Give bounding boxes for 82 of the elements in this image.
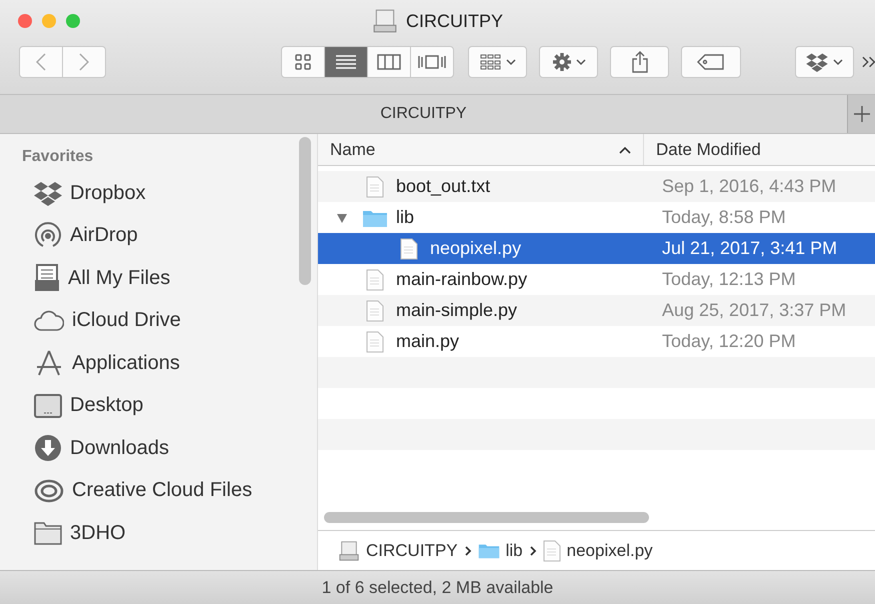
view-button[interactable] (281, 46, 326, 78)
compass-ruler-icon (34, 349, 64, 378)
creative-cloud-icon (34, 478, 64, 503)
drive-icon (372, 8, 398, 34)
close-button[interactable] (18, 14, 32, 28)
share-button[interactable] (610, 46, 670, 78)
caret-icon (506, 58, 516, 66)
grid-icon (295, 54, 312, 70)
cloud-icon (34, 310, 64, 332)
column-header[interactable]: Name (318, 134, 644, 165)
gear-icon (552, 52, 572, 72)
sidebar-item[interactable]: AirDrop (22, 214, 317, 257)
file-row[interactable]: neopixel.py Jul 21, 2017, 3:41 PM (318, 233, 875, 264)
sidebar-item[interactable]: iCloud Drive (22, 300, 317, 342)
sidebar-item[interactable]: Creative Cloud Files (22, 470, 317, 512)
scrollbar-thumb[interactable] (324, 512, 649, 522)
file-row[interactable]: main-simple.py Aug 25, 2017, 3:37 PM (318, 295, 875, 326)
date-modified: Aug 25, 2017, 3:37 PM (661, 300, 848, 321)
window-title: CIRCUITPY (406, 10, 503, 32)
date-modified: Jul 21, 2017, 3:41 PM (661, 238, 838, 259)
date-modified: Today, 12:20 PM (661, 331, 797, 352)
new-tab-button[interactable] (847, 95, 875, 133)
list-icon (335, 54, 358, 70)
view-button[interactable] (324, 46, 368, 78)
date-modified: Today, 12:13 PM (661, 269, 797, 290)
share-icon (630, 51, 649, 73)
date-modified: Today, 8:58 PM (661, 207, 787, 228)
file-name: neopixel.py (430, 238, 522, 259)
document-icon (542, 540, 561, 562)
view-button[interactable] (410, 46, 454, 78)
path-item[interactable]: CIRCUITPY (366, 540, 458, 560)
file-name: main.py (396, 331, 460, 352)
dropbox-icon (34, 180, 62, 206)
disclosure-triangle-icon[interactable] (336, 212, 348, 224)
chevron-right-icon (528, 544, 537, 556)
document-icon (366, 176, 384, 198)
chevron-left-icon (36, 53, 46, 71)
columns-icon (377, 54, 402, 70)
chevron-right-icon (464, 544, 472, 556)
view-button[interactable] (367, 46, 412, 78)
file-row[interactable]: boot_out.txt Sep 1, 2016, 4:43 PM (318, 171, 875, 202)
folder-icon (478, 542, 500, 559)
sidebar-item[interactable]: All My Files (22, 257, 317, 300)
file-name: lib (396, 207, 414, 228)
sidebar-item[interactable]: Applications (22, 342, 317, 384)
drive-icon (338, 540, 360, 562)
date-modified: Sep 1, 2016, 4:43 PM (661, 176, 838, 197)
document-icon (366, 330, 384, 352)
tag-icon (696, 54, 725, 70)
tab[interactable]: CIRCUITPY (0, 95, 847, 133)
dropbox-button[interactable] (794, 46, 854, 78)
sidebar-item[interactable]: Dropbox (22, 172, 317, 214)
dropbox-icon (805, 52, 830, 72)
plus-icon (854, 106, 870, 122)
document-icon (366, 300, 384, 322)
cover-flow-icon (417, 54, 448, 70)
path-item[interactable]: lib (506, 540, 523, 560)
sidebar-item[interactable]: 3DHO (22, 512, 317, 554)
document-icon (400, 238, 418, 260)
file-name: main-simple.py (396, 300, 518, 321)
sidebar-heading: Favorites (22, 148, 94, 166)
action-button[interactable] (539, 46, 598, 78)
column-header[interactable]: Date Modified (644, 134, 875, 165)
status-text: 1 of 6 selected, 2 MB available (322, 578, 554, 598)
file-name: main-rainbow.py (396, 269, 528, 290)
path-item[interactable]: neopixel.py (566, 540, 653, 560)
file-tray-icon (34, 264, 60, 292)
sidebar-item[interactable]: Desktop (22, 384, 317, 427)
desktop-icon (34, 394, 62, 418)
arrange-button[interactable] (468, 46, 528, 78)
document-icon (366, 268, 384, 290)
file-name: boot_out.txt (396, 176, 490, 197)
grid-icon (480, 54, 502, 70)
folder-icon (34, 521, 62, 546)
chevron-right-icon (79, 53, 89, 71)
scrollbar-thumb[interactable] (299, 137, 311, 285)
overflow-chevrons-icon[interactable] (862, 56, 875, 68)
download-icon (34, 434, 62, 462)
caret-icon (833, 58, 844, 66)
tag-button[interactable] (681, 46, 741, 78)
sidebar-item[interactable]: Downloads (22, 427, 317, 470)
caret-icon (576, 58, 586, 66)
